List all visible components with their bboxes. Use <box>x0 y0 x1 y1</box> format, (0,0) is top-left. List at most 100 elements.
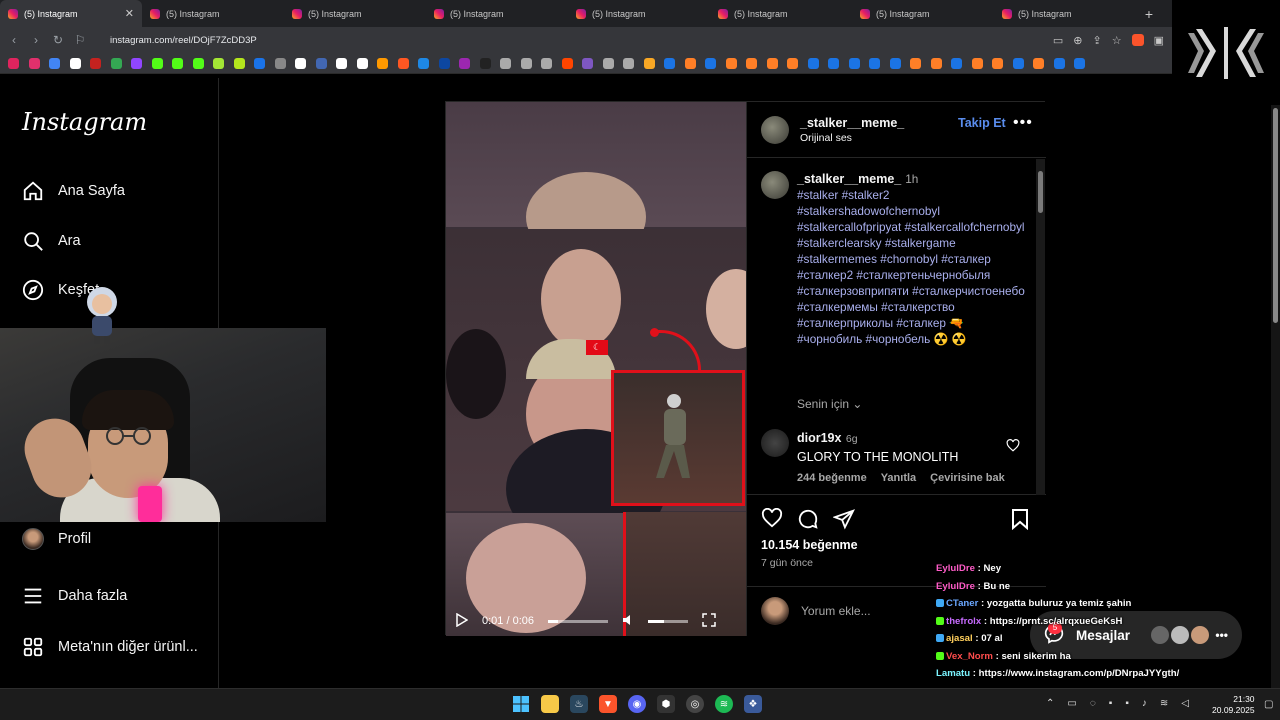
bookmark-icon[interactable] <box>1074 57 1085 69</box>
app-icon[interactable]: ⬢ <box>657 695 675 713</box>
bookmark-icon[interactable] <box>49 57 60 69</box>
bookmark-icon[interactable] <box>643 57 655 69</box>
browser-tab[interactable]: (5) Instagram <box>284 0 426 27</box>
nav-home[interactable]: Ana Sayfa <box>22 180 125 202</box>
nav-search[interactable]: Ara <box>22 230 81 252</box>
bookmark-icon[interactable] <box>438 57 450 69</box>
bookmark-icon[interactable] <box>479 57 491 69</box>
bookmark-icon[interactable] <box>602 57 614 69</box>
reel-video[interactable]: ☾ 0:01 / 0:06 <box>446 102 746 636</box>
bookmark-icon[interactable] <box>787 57 798 69</box>
bookmark-icon[interactable] <box>192 57 204 69</box>
bookmark-icon[interactable] <box>90 57 101 69</box>
bookmark-icon[interactable] <box>110 57 122 69</box>
caption-hashtags[interactable]: #stalker #stalker2 #stalkershadowofchern… <box>797 188 1025 346</box>
microphone-icon[interactable]: ♪ <box>1142 698 1147 709</box>
close-tab-icon[interactable]: ✕ <box>125 7 134 20</box>
brave-browser-icon[interactable]: ▼ <box>599 695 617 713</box>
caption-username[interactable]: _stalker__meme_ <box>797 172 901 186</box>
spotify-icon[interactable]: ≋ <box>715 695 733 713</box>
browser-tab[interactable]: (5) Instagram <box>568 0 710 27</box>
windows-start-icon[interactable] <box>512 695 530 713</box>
bookmark-icon[interactable] <box>1033 57 1044 69</box>
app-icon[interactable]: ❖ <box>744 695 762 713</box>
extension-icon[interactable]: ▣ <box>1154 34 1164 47</box>
clock[interactable]: 21:30 20.09.2025 <box>1212 694 1255 716</box>
browser-tab[interactable]: (5) Instagram <box>852 0 994 27</box>
brave-shield-icon[interactable] <box>1131 34 1144 46</box>
wifi-icon[interactable]: ≋ <box>1160 698 1168 709</box>
video-progress-bar[interactable] <box>548 619 608 623</box>
discord-icon[interactable]: ◉ <box>628 695 646 713</box>
bookmark-icon[interactable] <box>869 57 880 69</box>
bookmark-icon[interactable] <box>233 57 245 69</box>
bookmark-icon[interactable] <box>725 57 737 69</box>
steam-icon[interactable]: ♨ <box>570 695 588 713</box>
comments-scroll-area[interactable]: _stalker__meme_ 1h #stalker #stalker2 #st… <box>747 159 1046 495</box>
tray-app-icon[interactable]: ▪ <box>1125 698 1129 709</box>
chevron-up-icon[interactable]: ⌃ <box>1046 698 1054 709</box>
nav-profile[interactable]: Profil <box>22 528 91 550</box>
author-username[interactable]: _stalker__meme_ <box>800 116 904 130</box>
comments-scrollbar-thumb[interactable] <box>1038 171 1043 213</box>
bookmark-icon[interactable] <box>131 57 142 69</box>
reply-button[interactable]: Yanıtla <box>881 472 916 484</box>
nav-meta[interactable]: Meta'nın diğer ürünl... <box>22 636 198 658</box>
volume-icon[interactable] <box>622 614 634 629</box>
play-icon[interactable] <box>456 612 469 630</box>
bookmark-icon[interactable] <box>582 57 593 69</box>
bookmark-icon[interactable] <box>705 57 716 69</box>
obs-icon[interactable]: ◎ <box>686 695 704 713</box>
bookmark-icon[interactable] <box>500 57 511 69</box>
bookmark-icon[interactable] <box>356 57 368 69</box>
for-you-toggle[interactable]: Senin için ⌄ <box>797 397 862 411</box>
bookmark-icon[interactable] <box>623 57 634 69</box>
page-scrollbar[interactable] <box>1271 105 1280 688</box>
zoom-icon[interactable]: ⊕ <box>1073 34 1082 47</box>
bookmark-icon[interactable] <box>951 57 962 69</box>
new-tab-button[interactable]: + <box>1136 6 1162 22</box>
back-icon[interactable]: ‹ <box>8 33 20 47</box>
bookmark-icon[interactable] <box>213 57 224 69</box>
bookmark-icon[interactable] <box>459 57 470 69</box>
page-scrollbar-thumb[interactable] <box>1273 108 1278 323</box>
bookmark-icon[interactable] <box>766 57 778 69</box>
bookmark-icon[interactable] <box>274 57 286 69</box>
browser-tab[interactable]: (5) Instagram <box>994 0 1136 27</box>
volume-slider[interactable] <box>648 619 688 623</box>
notification-icon[interactable]: ▢ <box>1264 699 1273 710</box>
comments-scrollbar[interactable] <box>1036 159 1045 495</box>
author-avatar[interactable] <box>761 116 789 144</box>
share-icon[interactable]: ⇪ <box>1093 34 1102 47</box>
bookmark-icon[interactable] <box>336 57 347 69</box>
like-count[interactable]: 10.154 beğenme <box>761 538 858 552</box>
comment-like-icon[interactable] <box>1006 439 1020 457</box>
share-icon[interactable] <box>832 508 855 535</box>
battery-icon[interactable]: ▭ <box>1067 698 1076 709</box>
commenter-avatar[interactable] <box>761 429 789 457</box>
comment-likes[interactable]: 244 beğenme <box>797 472 867 484</box>
bookmark-icon[interactable] <box>992 57 1003 69</box>
file-explorer-icon[interactable] <box>541 695 559 713</box>
bookmark-icon[interactable] <box>172 57 183 69</box>
bookmark-icon[interactable] <box>397 57 409 69</box>
browser-tab[interactable]: (5) Instagram <box>710 0 852 27</box>
bookmark-icon[interactable] <box>1012 57 1024 69</box>
bookmark-icon[interactable] <box>315 57 327 69</box>
bookmark-icon[interactable] <box>807 57 819 69</box>
browser-tab[interactable]: (5) Instagram ✕ <box>0 0 142 27</box>
comment-icon[interactable] <box>797 508 819 535</box>
bookmark-icon[interactable] <box>541 57 552 69</box>
audio-label[interactable]: Orijinal ses <box>800 132 904 144</box>
bookmark-icon[interactable] <box>930 57 942 69</box>
bookmark-icon[interactable] <box>295 57 306 69</box>
forward-icon[interactable]: › <box>30 33 42 47</box>
nav-more[interactable]: Daha fazla <box>22 585 127 607</box>
more-options-icon[interactable]: ••• <box>1013 114 1033 132</box>
star-icon[interactable]: ☆ <box>1112 34 1122 47</box>
tray-app-icon[interactable]: ▪ <box>1109 698 1113 709</box>
cast-icon[interactable]: ▭ <box>1053 34 1063 47</box>
bookmark-icon[interactable] <box>520 57 532 69</box>
bookmark-icon[interactable] <box>151 57 163 69</box>
bookmark-icon[interactable] <box>69 57 81 69</box>
